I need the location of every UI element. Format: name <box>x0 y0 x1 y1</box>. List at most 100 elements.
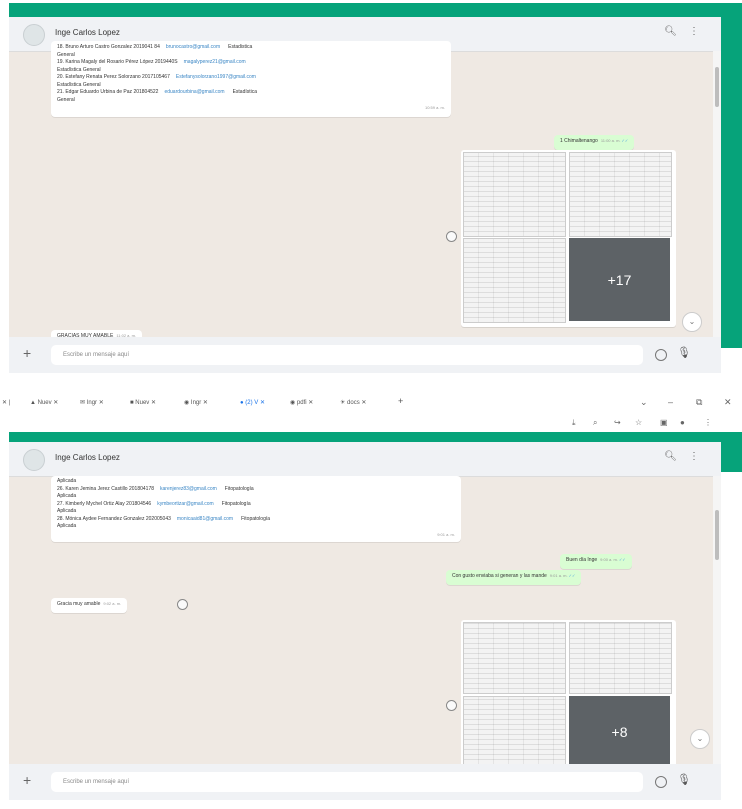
email-link[interactable]: magalyperez21@gmail.com <box>184 59 246 65</box>
browser-tab[interactable]: ◉ pdfi ✕ <box>290 399 313 406</box>
emoji-icon[interactable] <box>655 349 667 361</box>
read-receipt-icon: ✓✓ <box>618 557 626 562</box>
message-time: 10:59 a. m. <box>424 105 445 110</box>
browser-tab[interactable]: ✕ | <box>2 399 10 406</box>
student-area: Estadística <box>232 89 258 95</box>
gallery-more-count[interactable]: +8 <box>569 696 670 768</box>
browser-tab[interactable]: ☀ docs ✕ <box>340 399 366 406</box>
student-row-text: 21. Edgar Eduardo Urbina de Paz 20180452… <box>57 89 159 95</box>
share-icon[interactable]: ↪ <box>614 418 621 427</box>
read-receipt-icon: ✓✓ <box>568 573 576 578</box>
message-input[interactable]: Escribe un mensaje aquí <box>51 345 643 365</box>
student-row: Aplicada <box>57 508 455 516</box>
student-row: Estadística General <box>57 67 445 75</box>
student-row-text: General <box>57 96 75 103</box>
microphone-icon[interactable]: 🎙︎ <box>677 773 691 786</box>
avatar[interactable] <box>23 24 45 46</box>
browser-menu-icon[interactable]: ⋮ <box>704 418 712 427</box>
message-text: Buen día Inge <box>566 557 598 563</box>
student-row: 26. Karen Jemina Jerez Castillo 20180417… <box>57 486 455 494</box>
gallery-thumbnail[interactable] <box>463 696 566 770</box>
student-row: Estadística General <box>57 82 445 90</box>
browser-tab[interactable]: ◉ Ingr ✕ <box>184 399 208 406</box>
sidebar-icon[interactable]: ▣ <box>660 418 668 427</box>
profile-avatar-icon[interactable]: ● <box>680 418 685 427</box>
attach-plus-icon[interactable]: + <box>23 772 31 788</box>
scrollbar[interactable] <box>713 476 721 764</box>
student-area: Fitopatología <box>241 515 271 522</box>
student-row-text: 26. Karen Jemina Jerez Castillo 20180417… <box>57 485 155 492</box>
bookmark-star-icon[interactable]: ☆ <box>635 418 642 427</box>
bottom-green-banner <box>9 432 721 442</box>
close-window-icon[interactable]: ✕ <box>724 397 732 408</box>
email-link[interactable]: monicaaid81@gmail.com <box>177 516 233 522</box>
chat-header: Inge Carlos Lopez 🔍︎ ⋮ <box>9 442 721 477</box>
bottom-chat-panel: Inge Carlos Lopez 🔍︎ ⋮ Aplicada 26. Karen… <box>9 442 721 800</box>
microphone-icon[interactable]: 🎙︎ <box>677 346 691 359</box>
message-time: 11:00 a. m. <box>600 138 621 143</box>
forward-icon[interactable] <box>446 231 457 242</box>
browser-tab[interactable]: ■ Nuev ✕ <box>130 399 156 406</box>
browser-tab[interactable]: ▲ Nuev ✕ <box>30 399 58 406</box>
tab-search-icon[interactable]: ⌄ <box>640 397 648 408</box>
message-input[interactable]: Escribe un mensaje aquí <box>51 772 643 792</box>
gallery-thumbnail[interactable] <box>569 152 672 237</box>
top-green-banner <box>9 3 721 17</box>
email-link[interactable]: Estefanysolorzano1997@gmail.com <box>176 74 256 80</box>
emoji-icon[interactable] <box>655 776 667 788</box>
kebab-menu-icon[interactable]: ⋮ <box>689 451 699 462</box>
email-link[interactable]: eduardourbina@gmail.com <box>164 89 224 95</box>
student-list-message[interactable]: 18. Bruno Arturo Castro Gonzalez 2019041… <box>51 41 451 117</box>
scroll-down-button[interactable]: ⌄ <box>690 729 710 749</box>
avatar[interactable] <box>23 449 45 471</box>
email-link[interactable]: kymbeortizar@gmail.com <box>157 501 213 507</box>
student-row-text: 18. Bruno Arturo Castro Gonzalez 2019041… <box>57 44 160 50</box>
image-gallery-message[interactable]: +8 <box>461 620 676 774</box>
browser-tab-strip: ✕ | ▲ Nuev ✕ ✉ Ingr ✕ ■ Nuev ✕ ◉ Ingr ✕ … <box>0 393 742 415</box>
gallery-thumbnail[interactable] <box>569 622 672 694</box>
student-row-text: Aplicada <box>57 478 77 484</box>
scroll-down-button[interactable]: ⌄ <box>682 312 702 332</box>
browser-tab[interactable]: ✉ Ingr ✕ <box>80 399 104 406</box>
incoming-message[interactable]: Gracia muy amable 9:02 a. m. <box>51 598 128 613</box>
attach-plus-icon[interactable]: + <box>23 345 31 361</box>
outgoing-message[interactable]: Con gusto enviaba si generan y las mande… <box>446 570 582 585</box>
new-tab-button[interactable]: + <box>398 396 403 406</box>
search-icon[interactable]: 🔍︎ <box>664 26 677 37</box>
student-area: Fitopatología <box>221 500 251 507</box>
contact-name[interactable]: Inge Carlos Lopez <box>55 453 120 462</box>
outgoing-message[interactable]: Buen día Inge 9:00 a. m.✓✓ <box>560 554 632 569</box>
message-time: 9:00 a. m. <box>600 557 618 562</box>
gallery-thumbnail[interactable] <box>463 152 566 237</box>
gallery-thumbnail[interactable] <box>463 622 566 694</box>
message-time: 9:02 a. m. <box>103 601 122 606</box>
forward-icon[interactable] <box>177 599 188 610</box>
scroll-thumb[interactable] <box>715 510 719 560</box>
student-row-text: 19. Karina Magaly del Rosario Pérez Lópe… <box>57 59 178 65</box>
email-link[interactable]: karenjerez83@gmail.com <box>160 486 217 492</box>
email-link[interactable]: brunocastro@gmail.com <box>166 44 220 50</box>
message-text: Gracia muy amable <box>57 601 101 607</box>
browser-toolbar: ⤓ ⌕ ↪ ☆ ▣ ● ⋮ <box>0 415 742 432</box>
minimize-icon[interactable]: – <box>668 397 673 407</box>
zoom-icon[interactable]: ⌕ <box>593 418 597 428</box>
student-list-message[interactable]: Aplicada 26. Karen Jemina Jerez Castillo … <box>51 476 461 542</box>
image-gallery-message[interactable]: +17 <box>461 150 676 327</box>
contact-name[interactable]: Inge Carlos Lopez <box>55 28 120 37</box>
message-composer: + Escribe un mensaje aquí 🎙︎ <box>9 764 721 800</box>
browser-tab-active[interactable]: ● (2) V ✕ <box>240 399 265 406</box>
gallery-more-count[interactable]: +17 <box>569 238 670 321</box>
outgoing-message[interactable]: 1 Chimaltenango 11:00 a. m.✓✓ <box>554 135 635 150</box>
maximize-icon[interactable]: ⧉ <box>696 397 702 408</box>
gallery-thumbnail[interactable] <box>463 238 566 323</box>
message-time: 9:01 a. m. <box>437 531 455 537</box>
install-icon[interactable]: ⤓ <box>572 418 576 428</box>
search-icon[interactable]: 🔍︎ <box>664 451 677 462</box>
student-row-text: Aplicada <box>57 493 77 499</box>
scroll-thumb[interactable] <box>715 67 719 107</box>
kebab-menu-icon[interactable]: ⋮ <box>689 26 699 37</box>
scrollbar[interactable] <box>713 51 721 337</box>
forward-icon[interactable] <box>446 700 457 711</box>
student-row-text: Aplicada <box>57 523 77 529</box>
student-row-text: Aplicada <box>57 508 77 514</box>
